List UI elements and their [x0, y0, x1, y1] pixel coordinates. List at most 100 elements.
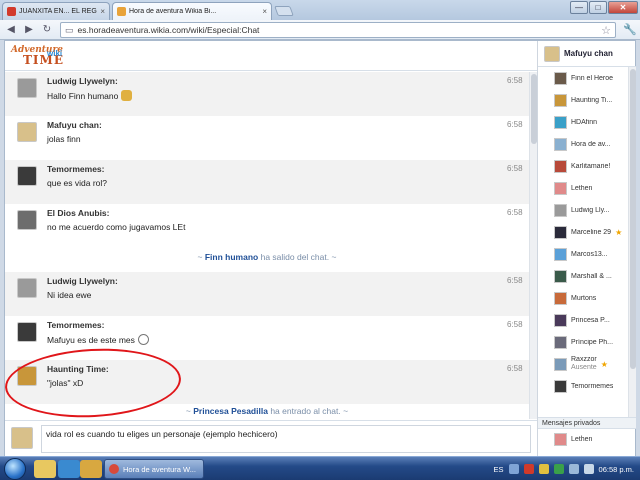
- message-username[interactable]: Temormemes:: [47, 320, 104, 330]
- alert-username[interactable]: Finn humano: [205, 252, 258, 262]
- chat-input[interactable]: vida rol es cuando tu eliges un personaj…: [41, 425, 531, 453]
- chat-message: Ludwig Llywelyn: Hallo Finn humano 6:58: [5, 72, 529, 116]
- message-username[interactable]: El Dios Anubis:: [47, 208, 110, 218]
- user-list-item[interactable]: Ludwig Lly...: [554, 199, 628, 221]
- user-list-item[interactable]: Haunting Ti...: [554, 89, 628, 111]
- network-icon[interactable]: [568, 464, 579, 474]
- private-messages-header: Mensajes privados: [538, 417, 636, 429]
- user-list-item[interactable]: HDAfinn: [554, 111, 628, 133]
- avatar: [554, 137, 567, 151]
- user-list-item[interactable]: Raxzzor Ausente ★: [554, 353, 628, 375]
- user-list-item[interactable]: Marcos13...: [554, 243, 628, 265]
- youtube-favicon-icon: [7, 7, 16, 16]
- close-tab-icon[interactable]: ×: [100, 7, 105, 16]
- user-list-item[interactable]: Príncipe Ph...: [554, 331, 628, 353]
- browser-tab-2[interactable]: Hora de aventura Wikia Bi... ×: [112, 2, 272, 20]
- message-text: Mafuyu es de este mes: [47, 334, 149, 345]
- message-text: Hallo Finn humano: [47, 90, 133, 101]
- avatar: [554, 115, 567, 129]
- message-text: no me acuerdo como jugavamos LEt: [47, 222, 186, 232]
- message-username[interactable]: Mafuyu chan:: [47, 120, 102, 130]
- composer-bar: vida rol es cuando tu eliges un personaj…: [5, 420, 537, 457]
- language-indicator[interactable]: ES: [494, 465, 504, 474]
- thumbs-up-emoticon-icon: [121, 90, 133, 101]
- avatar: [554, 335, 567, 349]
- user-list-item[interactable]: Karlitamarie!: [554, 155, 628, 177]
- bookmark-star-icon[interactable]: ☆: [601, 24, 611, 37]
- chat-header: Adventure TIME wiki: [5, 41, 537, 71]
- taskbar: Hora de aventura W... ES 06:58 p.m.: [0, 456, 640, 480]
- close-window-button[interactable]: ✕: [608, 1, 638, 14]
- chat-message: Haunting Time: "jolas" xD 6:58: [5, 360, 529, 404]
- avatar[interactable]: [17, 122, 37, 142]
- inline-alert: ~ Princesa Pesadilla ha entrado al chat.…: [185, 406, 349, 416]
- user-list-item[interactable]: Lethen: [554, 177, 628, 199]
- tab-title: JUANXITA EN... EL REGRESO: [19, 8, 97, 15]
- user-list-item[interactable]: Temormemes: [554, 375, 628, 397]
- user-list-item[interactable]: Princesa P...: [554, 309, 628, 331]
- clock[interactable]: 06:58 p.m.: [599, 465, 634, 474]
- media-player-icon[interactable]: [58, 460, 80, 478]
- avatar[interactable]: [17, 210, 37, 230]
- current-user-name: Mafuyu chan: [564, 49, 613, 58]
- user-list-item[interactable]: Marceline 29 ★: [554, 221, 628, 243]
- back-arrow-icon[interactable]: ◀: [3, 22, 19, 38]
- tray-app-icon[interactable]: [538, 464, 549, 474]
- avatar: [554, 433, 567, 446]
- taskbar-window-button[interactable]: Hora de aventura W...: [104, 459, 204, 479]
- avatar[interactable]: [17, 166, 37, 186]
- user-list-scrollbar[interactable]: [628, 67, 636, 417]
- user-list-item[interactable]: Murtons: [554, 287, 628, 309]
- avatar: [11, 427, 33, 449]
- avatar: [554, 159, 567, 173]
- message-username[interactable]: Ludwig Llywelyn:: [47, 276, 118, 286]
- meme-face-emoticon-icon: [137, 334, 149, 345]
- message-list[interactable]: Ludwig Llywelyn: Hallo Finn humano 6:58 …: [5, 72, 529, 419]
- avatar: [554, 181, 567, 195]
- minimize-button[interactable]: —: [570, 1, 588, 14]
- folder-icon[interactable]: [80, 460, 102, 478]
- reload-icon[interactable]: ↻: [39, 22, 55, 38]
- maximize-button[interactable]: □: [589, 1, 607, 14]
- wiki-logo[interactable]: Adventure TIME wiki: [11, 45, 79, 67]
- current-user[interactable]: Mafuyu chan: [538, 41, 636, 67]
- user-list-item[interactable]: Hora de av...: [554, 133, 628, 155]
- message-username[interactable]: Ludwig Llywelyn:: [47, 76, 118, 86]
- message-text: "jolas" xD: [47, 378, 84, 388]
- avatar: [554, 93, 567, 107]
- avatar[interactable]: [17, 278, 37, 298]
- start-button[interactable]: [4, 458, 26, 480]
- avatar: [554, 71, 567, 85]
- chat-message: El Dios Anubis: no me acuerdo como jugav…: [5, 204, 529, 248]
- forward-arrow-icon[interactable]: ▶: [21, 22, 37, 38]
- staff-star-icon: ★: [600, 359, 608, 369]
- tab-bar: JUANXITA EN... EL REGRESO × Hora de aven…: [0, 0, 640, 20]
- message-text: jolas finn: [47, 134, 81, 144]
- new-tab-button[interactable]: [274, 6, 294, 16]
- message-username[interactable]: Haunting Time:: [47, 364, 109, 374]
- wrench-menu-icon[interactable]: 🔧: [623, 23, 637, 36]
- user-list-item[interactable]: Marshall & ...: [554, 265, 628, 287]
- explorer-icon[interactable]: [34, 460, 56, 478]
- message-scrollbar[interactable]: [529, 72, 537, 419]
- private-message-item[interactable]: Lethen: [554, 433, 592, 446]
- volume-icon[interactable]: [583, 464, 594, 474]
- avatar: [554, 247, 567, 261]
- avatar: [554, 203, 567, 217]
- browser-tab-1[interactable]: JUANXITA EN... EL REGRESO ×: [2, 2, 110, 20]
- pdf-icon[interactable]: [523, 464, 534, 474]
- avatar[interactable]: [17, 78, 37, 98]
- antivirus-icon[interactable]: [553, 464, 564, 474]
- avatar[interactable]: [17, 322, 37, 342]
- user-list-item[interactable]: Finn el Heroe: [554, 67, 628, 89]
- message-username[interactable]: Temormemes:: [47, 164, 104, 174]
- avatar[interactable]: [17, 366, 37, 386]
- alert-username[interactable]: Princesa Pesadilla: [193, 406, 268, 416]
- address-bar[interactable]: ▭ es.horadeaventura.wikia.com/wiki/Espec…: [60, 22, 616, 38]
- message-time: 6:58: [507, 76, 523, 85]
- scrollbar-thumb[interactable]: [630, 69, 636, 369]
- help-icon[interactable]: [508, 464, 519, 474]
- system-tray: ES 06:58 p.m.: [494, 457, 640, 480]
- close-tab-icon[interactable]: ×: [262, 7, 267, 16]
- avatar: [554, 269, 567, 283]
